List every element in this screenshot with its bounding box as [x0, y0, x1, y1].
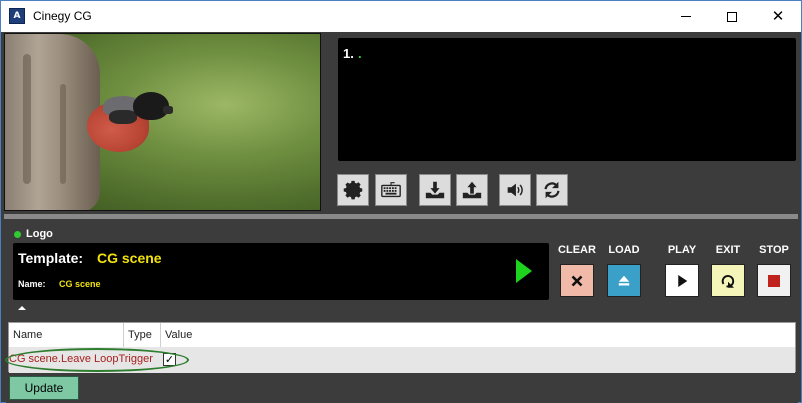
keyboard-button[interactable] [375, 174, 407, 206]
video-preview [4, 33, 321, 211]
load-button[interactable] [607, 264, 641, 297]
upload-icon [462, 181, 482, 199]
play-indicator-icon[interactable] [516, 259, 532, 283]
template-info: Template: CG scene Name: CG scene [13, 243, 549, 300]
update-button[interactable]: Update [9, 376, 79, 400]
export-button[interactable] [456, 174, 488, 206]
stop-icon [768, 274, 780, 287]
window-title: Cinegy CG [33, 9, 92, 23]
panel-separator [4, 214, 798, 219]
logo-panel: Logo Template: CG scene Name: CG scene C… [5, 220, 798, 403]
exit-button[interactable] [711, 264, 745, 297]
close-button[interactable]: ✕ [755, 1, 801, 32]
column-header-name[interactable]: Name [9, 323, 124, 347]
stop-button[interactable] [757, 264, 791, 297]
minimize-button[interactable] [663, 1, 709, 32]
clear-button[interactable] [560, 264, 594, 297]
refresh-button[interactable] [536, 174, 568, 206]
title-bar: A Cinegy CG ✕ [1, 1, 801, 32]
monitor-line-number: 1. [343, 46, 354, 61]
keyboard-icon [381, 182, 401, 198]
properties-table: Name Type Value CG scene.Leave LoopTrigg… [5, 322, 796, 373]
play-label: PLAY [667, 244, 697, 256]
exit-loop-icon [721, 274, 735, 288]
maximize-icon [727, 11, 737, 22]
minimize-icon [681, 16, 691, 17]
audio-button[interactable] [499, 174, 531, 206]
column-header-value[interactable]: Value [161, 323, 221, 347]
template-value: CG scene [97, 250, 162, 266]
monitor-cursor: . [358, 46, 362, 61]
panel-title: Logo [26, 228, 53, 240]
name-value: CG scene [59, 279, 101, 289]
stop-label: STOP [759, 244, 789, 256]
collapse-arrow-icon[interactable] [18, 306, 26, 310]
gear-icon [343, 180, 363, 200]
refresh-icon [544, 181, 560, 199]
import-button[interactable] [419, 174, 451, 206]
eject-icon [618, 275, 630, 285]
status-dot [14, 231, 21, 238]
close-x-icon [571, 275, 583, 286]
app-window: A Cinegy CG ✕ 1. . Logo Template: CG sce… [0, 0, 802, 403]
app-icon: A [9, 8, 25, 24]
exit-label: EXIT [715, 244, 741, 256]
speaker-icon [507, 183, 523, 197]
close-icon: ✕ [771, 7, 785, 25]
name-key: Name: [18, 279, 46, 289]
column-header-type[interactable]: Type [124, 323, 161, 347]
leave-loop-checkbox[interactable]: ✓ [163, 353, 176, 366]
table-row[interactable]: CG scene.Leave LoopTrigger ✓ [5, 347, 795, 373]
clear-label: CLEAR [558, 244, 596, 256]
settings-button[interactable] [337, 174, 369, 206]
maximize-button[interactable] [709, 1, 755, 32]
load-label: LOAD [608, 244, 640, 256]
play-button[interactable] [665, 264, 699, 297]
row-name: CG scene.Leave LoopTrigger [9, 353, 153, 365]
play-icon [678, 274, 688, 287]
download-icon [425, 181, 445, 199]
template-key: Template: [18, 250, 84, 266]
preview-tree-trunk [5, 34, 100, 210]
text-monitor[interactable]: 1. . [338, 38, 796, 161]
